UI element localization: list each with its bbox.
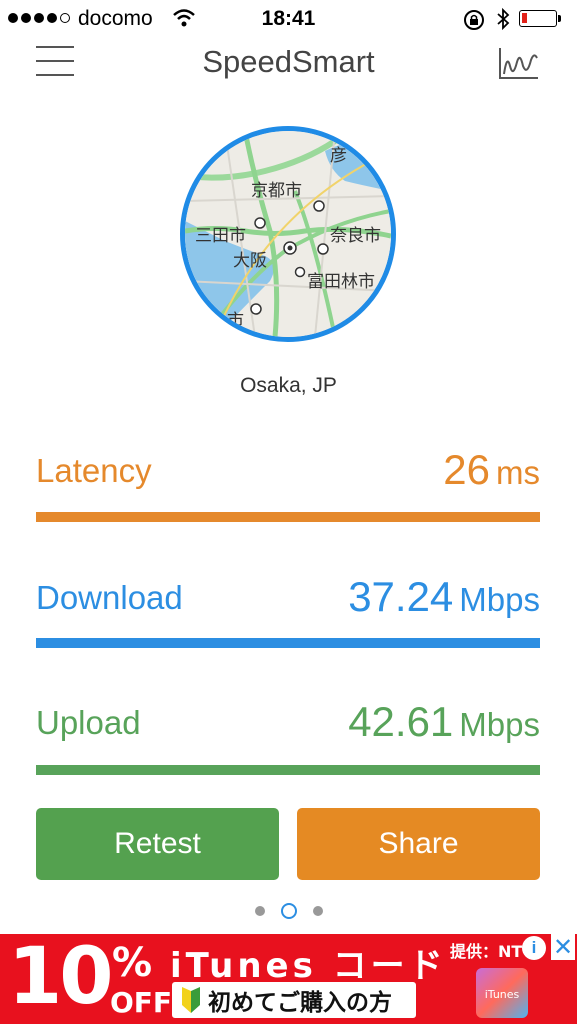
app-title: SpeedSmart [202,44,375,79]
orientation-lock-icon [464,10,484,30]
ad-provider: 提供：NT [450,942,523,961]
upload-value: 42.61 Mbps [348,698,540,745]
download-label: Download [36,579,183,616]
battery-icon [519,10,561,27]
status-bar: docomo 18:41 [0,0,577,38]
map-label: 三田市 [195,226,246,246]
ad-subtitle: 初めてご購入の方 [172,982,416,1018]
bluetooth-icon [497,7,510,31]
retest-button[interactable]: Retest [36,808,279,880]
upload-bar [36,765,540,775]
ad-off-label: OFF [110,986,173,1019]
page-indicator [0,903,577,919]
page-dot-active[interactable] [280,903,297,919]
download-value: 37.24 Mbps [348,573,540,620]
map-label: 大阪 [233,251,267,271]
server-location-map: 彦 京都市 三田市 奈良市 大阪 富田林市 市 [180,126,396,342]
ad-badge: iTunes [485,988,520,1001]
latency-label: Latency [36,452,152,489]
page-dot[interactable] [312,906,323,916]
upload-label: Upload [36,704,141,741]
beginner-mark-icon [182,987,200,1013]
ad-percent-sign: % [112,940,153,986]
ad-banner[interactable]: 10 % OFF iTunes コード 初めてご購入の方 提供：NT i ✕ i… [0,934,577,1024]
ad-close-icon[interactable]: ✕ [551,934,575,961]
server-location: Osaka, JP [240,374,337,397]
map-label: 彦 [330,146,347,166]
ad-info-icon[interactable]: i [522,936,546,960]
map-label: 京都市 [251,181,302,201]
ad-title: iTunes コード [170,946,447,986]
download-bar [36,638,540,648]
graph-history-icon[interactable] [496,44,540,82]
map-label: 奈良市 [330,226,381,246]
itunes-card-icon: iTunes [476,968,528,1018]
page-dot[interactable] [254,906,265,916]
map-graphic: 彦 京都市 三田市 奈良市 大阪 富田林市 市 [185,131,391,337]
share-button[interactable]: Share [297,808,540,880]
latency-value: 26 ms [443,446,540,493]
latency-bar [36,512,540,522]
map-label: 市 [227,311,244,331]
status-time: 18:41 [261,7,316,30]
map-label: 富田林市 [307,272,375,292]
ad-discount: 10 [8,934,114,1022]
